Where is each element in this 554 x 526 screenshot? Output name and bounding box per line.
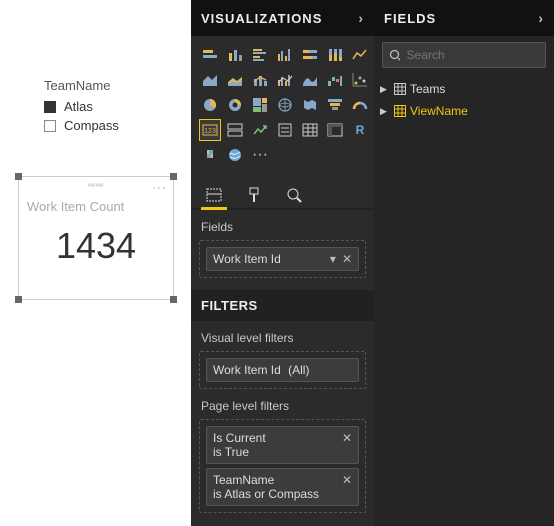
line-chart-icon[interactable]	[349, 44, 371, 66]
card-icon[interactable]: 123	[199, 119, 221, 141]
table-icon[interactable]	[299, 119, 321, 141]
filled-map-icon[interactable]	[299, 94, 321, 116]
hundred-stacked-column-icon[interactable]	[324, 44, 346, 66]
format-tab[interactable]	[243, 182, 265, 208]
ribbon-chart-icon[interactable]	[299, 69, 321, 91]
chevron-down-icon[interactable]: ▾	[330, 252, 336, 266]
slicer-visual[interactable]: TeamName Atlas Compass	[44, 78, 119, 137]
filter-name: TeamName	[213, 473, 274, 487]
remove-filter-icon[interactable]: ✕	[342, 431, 352, 445]
filters-header: FILTERS	[191, 290, 374, 321]
panel-title: FIELDS	[384, 11, 436, 26]
resize-handle-bl[interactable]	[15, 296, 22, 303]
area-chart-icon[interactable]	[199, 69, 221, 91]
visualizations-panel: VISUALIZATIONS › 123 R	[191, 0, 374, 526]
drag-handle-icon[interactable]: ══	[88, 180, 104, 191]
expand-icon[interactable]: ▶	[380, 106, 390, 117]
python-visual-icon[interactable]	[199, 144, 221, 166]
fields-tab[interactable]	[203, 182, 225, 208]
checkbox-checked-icon[interactable]	[44, 101, 56, 113]
table-icon	[394, 83, 406, 95]
chevron-right-icon[interactable]: ›	[538, 10, 544, 26]
clustered-column-chart-icon[interactable]	[274, 44, 296, 66]
visual-filters-well[interactable]: Work Item Id (All)	[199, 351, 366, 389]
card-value: 1434	[19, 225, 173, 267]
filter-pill[interactable]: Work Item Id (All)	[206, 358, 359, 382]
table-icon	[394, 105, 406, 117]
line-stacked-column-icon[interactable]	[249, 69, 271, 91]
svg-text:123: 123	[204, 128, 216, 135]
more-visuals-icon[interactable]: ···	[249, 144, 271, 166]
slicer-item-label: Compass	[64, 118, 119, 133]
fields-well[interactable]: Work Item Id ▾ ✕	[199, 240, 366, 278]
fields-tree: ▶ Teams ▶ ViewName	[374, 74, 554, 126]
filter-summary: is Atlas or Compass	[213, 487, 319, 501]
visualizations-header[interactable]: VISUALIZATIONS ›	[191, 0, 374, 36]
svg-text:R: R	[356, 123, 365, 137]
fields-search[interactable]	[382, 42, 546, 68]
field-pill-label: Work Item Id	[213, 252, 281, 266]
search-input[interactable]	[406, 48, 539, 62]
slicer-item[interactable]: Compass	[44, 118, 119, 133]
slicer-item[interactable]: Atlas	[44, 99, 119, 114]
filter-name: Is Current	[213, 431, 266, 445]
format-tabs	[191, 176, 374, 210]
filter-name: Work Item Id	[213, 363, 281, 377]
resize-handle-br[interactable]	[170, 296, 177, 303]
analytics-tab[interactable]	[283, 182, 305, 208]
filter-pill[interactable]: TeamName is Atlas or Compass ✕	[206, 468, 359, 506]
slicer-icon[interactable]	[274, 119, 296, 141]
r-visual-icon[interactable]: R	[349, 119, 371, 141]
scatter-chart-icon[interactable]	[349, 69, 371, 91]
panel-title: VISUALIZATIONS	[201, 11, 322, 26]
expand-icon[interactable]: ▶	[380, 84, 390, 95]
resize-handle-tr[interactable]	[170, 173, 177, 180]
chevron-right-icon[interactable]: ›	[358, 10, 364, 26]
visual-filters-label: Visual level filters	[191, 321, 374, 351]
fields-header[interactable]: FIELDS ›	[374, 0, 554, 36]
table-label: Teams	[410, 82, 445, 96]
page-filters-well[interactable]: Is Current is True ✕ TeamName is Atlas o…	[199, 419, 366, 513]
waterfall-chart-icon[interactable]	[324, 69, 346, 91]
multi-row-card-icon[interactable]	[224, 119, 246, 141]
line-clustered-column-icon[interactable]	[274, 69, 296, 91]
fields-panel: FIELDS › ▶ Teams ▶ ViewName	[374, 0, 554, 526]
kpi-icon[interactable]	[249, 119, 271, 141]
search-icon	[389, 49, 400, 62]
stacked-column-chart-icon[interactable]	[224, 44, 246, 66]
map-icon[interactable]	[274, 94, 296, 116]
filter-summary: (All)	[288, 363, 309, 377]
stacked-bar-chart-icon[interactable]	[199, 44, 221, 66]
visual-gallery: 123 R ···	[191, 36, 374, 176]
treemap-icon[interactable]	[249, 94, 271, 116]
filter-pill[interactable]: Is Current is True ✕	[206, 426, 359, 464]
stacked-area-chart-icon[interactable]	[224, 69, 246, 91]
visual-menu-icon[interactable]: ···	[152, 180, 167, 194]
slicer-item-label: Atlas	[64, 99, 93, 114]
filter-summary: is True	[213, 445, 249, 459]
table-label: ViewName	[410, 104, 468, 118]
slicer-title: TeamName	[44, 78, 119, 93]
gauge-icon[interactable]	[349, 94, 371, 116]
page-filters-label: Page level filters	[191, 389, 374, 419]
table-item-viewname[interactable]: ▶ ViewName	[380, 100, 548, 122]
funnel-chart-icon[interactable]	[324, 94, 346, 116]
remove-field-icon[interactable]: ✕	[342, 252, 352, 266]
donut-chart-icon[interactable]	[224, 94, 246, 116]
card-label: Work Item Count	[27, 199, 124, 214]
remove-filter-icon[interactable]: ✕	[342, 473, 352, 487]
table-item-teams[interactable]: ▶ Teams	[380, 78, 548, 100]
pie-chart-icon[interactable]	[199, 94, 221, 116]
arcgis-map-icon[interactable]	[224, 144, 246, 166]
field-pill[interactable]: Work Item Id ▾ ✕	[206, 247, 359, 271]
matrix-icon[interactable]	[324, 119, 346, 141]
checkbox-unchecked-icon[interactable]	[44, 120, 56, 132]
fields-section-label: Fields	[191, 210, 374, 240]
card-visual[interactable]: ══ ··· Work Item Count 1434	[18, 176, 174, 300]
report-canvas[interactable]: TeamName Atlas Compass ══ ··· Work Item …	[0, 0, 191, 526]
clustered-bar-chart-icon[interactable]	[249, 44, 271, 66]
hundred-stacked-bar-icon[interactable]	[299, 44, 321, 66]
resize-handle-tl[interactable]	[15, 173, 22, 180]
